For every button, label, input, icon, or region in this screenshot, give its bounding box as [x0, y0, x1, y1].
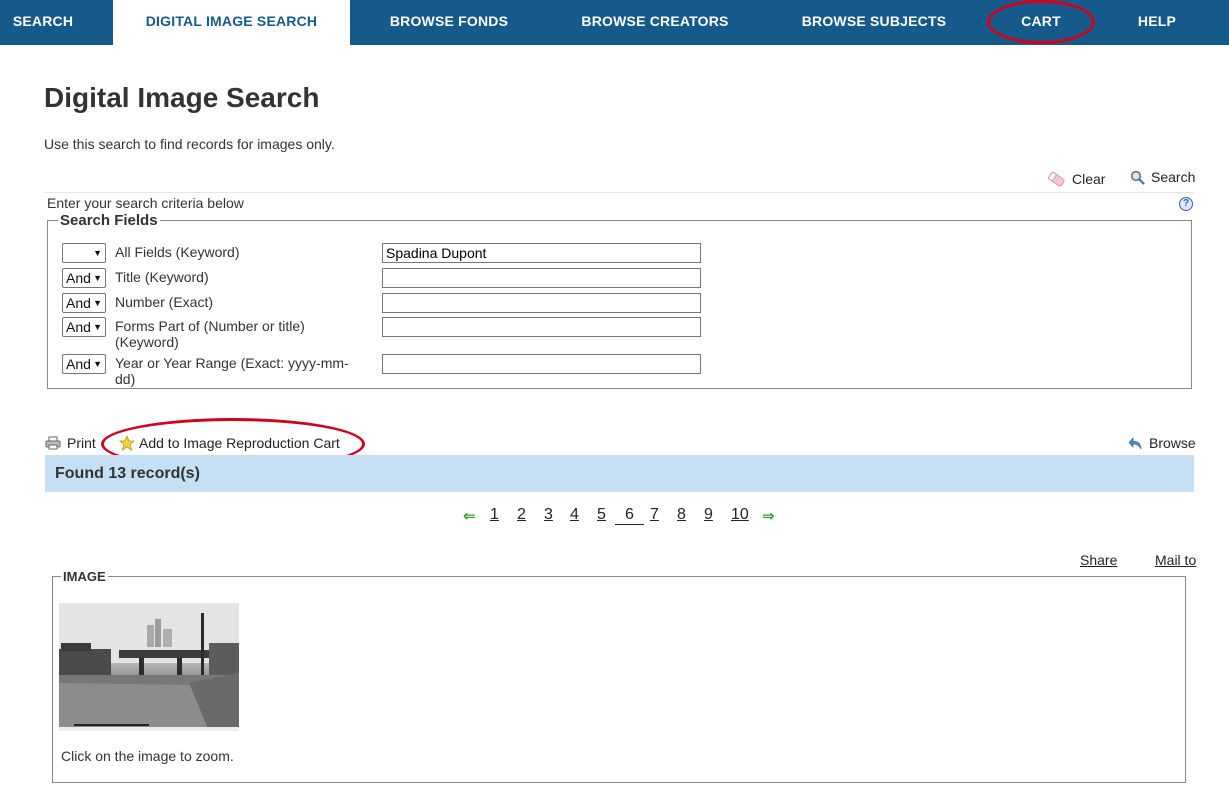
- results-bar: Found 13 record(s): [45, 455, 1194, 492]
- nav-item-browse-creators[interactable]: BROWSE CREATORS: [565, 0, 745, 45]
- help-icon[interactable]: ?: [1179, 197, 1193, 211]
- search-button[interactable]: Search: [1130, 169, 1195, 185]
- record-thumbnail[interactable]: [59, 603, 239, 731]
- pagination: ⇐ 1 2 3 4 5 6 7 8 9 10 ⇒: [0, 506, 1229, 526]
- eraser-icon: [1048, 171, 1065, 187]
- mail-to-link[interactable]: Mail to: [1155, 552, 1196, 568]
- page-link[interactable]: 10: [731, 506, 749, 524]
- top-nav: SEARCH DIGITAL IMAGE SEARCH BROWSE FONDS…: [0, 0, 1229, 45]
- star-icon: [119, 435, 135, 451]
- label-title: Title (Keyword): [115, 269, 209, 285]
- nav-item-digital-image-search[interactable]: DIGITAL IMAGE SEARCH: [113, 0, 350, 45]
- page-link[interactable]: 7: [650, 506, 659, 524]
- thumbnail-photo: [59, 603, 239, 731]
- prev-page-arrow-icon[interactable]: ⇐: [463, 507, 476, 525]
- print-label: Print: [67, 435, 96, 451]
- operator-select-forms-part-of[interactable]: And ▼: [62, 317, 106, 337]
- printer-icon: [45, 436, 61, 450]
- operator-select-title[interactable]: And ▼: [62, 268, 106, 288]
- clear-label: Clear: [1072, 171, 1106, 187]
- nav-item-search[interactable]: SEARCH: [0, 0, 86, 45]
- input-number[interactable]: [382, 293, 701, 313]
- image-legend: IMAGE: [63, 569, 106, 584]
- search-fields-legend: Search Fields: [60, 212, 158, 229]
- clear-button[interactable]: Clear: [1046, 170, 1105, 188]
- label-number: Number (Exact): [115, 294, 214, 310]
- page-link[interactable]: 2: [517, 506, 526, 524]
- nav-item-browse-subjects[interactable]: BROWSE SUBJECTS: [785, 0, 963, 45]
- magnifier-icon: [1130, 170, 1145, 185]
- results-count: Found 13 record(s): [55, 465, 200, 482]
- input-year[interactable]: [382, 354, 701, 374]
- page-link-current: 6: [615, 506, 644, 525]
- page-link[interactable]: 9: [704, 506, 713, 524]
- input-title[interactable]: [382, 268, 701, 288]
- criteria-instructions: Enter your search criteria below: [47, 195, 244, 211]
- nav-item-help[interactable]: HELP: [1110, 0, 1204, 45]
- operator-select-year[interactable]: And ▼: [62, 354, 106, 374]
- print-button[interactable]: Print: [45, 435, 96, 451]
- page-link[interactable]: 3: [544, 506, 553, 524]
- divider: [44, 192, 1194, 193]
- page-link[interactable]: 5: [597, 506, 606, 524]
- add-to-cart-button[interactable]: Add to Image Reproduction Cart: [119, 435, 340, 451]
- nav-item-cart[interactable]: CART: [995, 0, 1087, 45]
- page-intro: Use this search to find records for imag…: [44, 136, 335, 152]
- chevron-down-icon: ▼: [93, 359, 102, 369]
- chevron-down-icon: ▼: [93, 248, 102, 258]
- next-page-arrow-icon[interactable]: ⇒: [762, 507, 775, 525]
- operator-select-all-fields[interactable]: ▼: [62, 243, 106, 263]
- back-arrow-icon: [1128, 437, 1142, 450]
- page-link[interactable]: 8: [677, 506, 686, 524]
- nav-item-browse-fonds[interactable]: BROWSE FONDS: [370, 0, 528, 45]
- chevron-down-icon: ▼: [93, 298, 102, 308]
- label-all-fields: All Fields (Keyword): [115, 244, 240, 260]
- add-to-cart-label: Add to Image Reproduction Cart: [139, 435, 340, 451]
- page-link[interactable]: 1: [490, 506, 499, 524]
- browse-label: Browse: [1149, 435, 1196, 451]
- input-all-fields[interactable]: [382, 243, 701, 263]
- label-year: Year or Year Range (Exact: yyyy-mm-dd): [115, 355, 349, 387]
- operator-select-number[interactable]: And ▼: [62, 293, 106, 313]
- page-title: Digital Image Search: [44, 82, 320, 113]
- chevron-down-icon: ▼: [93, 273, 102, 283]
- search-label: Search: [1151, 169, 1196, 185]
- label-forms-part-of: Forms Part of (Number or title) (Keyword…: [115, 318, 305, 350]
- input-forms-part-of[interactable]: [382, 317, 701, 337]
- zoom-instructions: Click on the image to zoom.: [61, 748, 234, 764]
- browse-button[interactable]: Browse: [1128, 435, 1196, 451]
- share-link[interactable]: Share: [1080, 552, 1117, 568]
- page-link[interactable]: 4: [570, 506, 579, 524]
- chevron-down-icon: ▼: [93, 322, 102, 332]
